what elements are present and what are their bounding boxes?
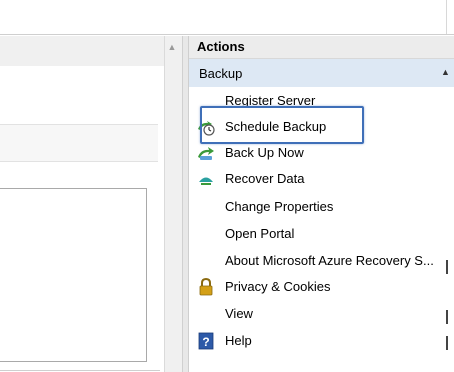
recover-data-icon — [197, 170, 215, 188]
window-top-area — [0, 0, 454, 34]
action-label: Privacy & Cookies — [225, 279, 331, 294]
action-label: View — [225, 306, 253, 321]
svg-text:?: ? — [202, 335, 209, 349]
actions-title: Actions — [197, 39, 245, 54]
help-icon: ? — [197, 332, 215, 350]
results-list-box — [0, 188, 147, 362]
backup-now-icon — [197, 144, 215, 162]
top-divider — [446, 0, 447, 34]
action-label: Back Up Now — [225, 145, 304, 160]
action-about[interactable]: About Microsoft Azure Recovery S... — [189, 248, 454, 275]
action-change-properties[interactable]: Change Properties — [189, 194, 454, 221]
action-view[interactable]: View — [189, 301, 454, 328]
action-open-portal[interactable]: Open Portal — [189, 221, 454, 248]
lock-icon — [197, 277, 215, 296]
action-label: Help — [225, 333, 252, 348]
backup-section-title: Backup — [199, 66, 243, 81]
collapse-arrow-icon[interactable]: ▲ — [441, 67, 450, 77]
submenu-arrow-icon — [446, 310, 448, 324]
action-label: Change Properties — [225, 199, 334, 214]
top-border — [0, 34, 454, 35]
results-pane: ▲ — [0, 36, 183, 372]
results-divider — [0, 370, 160, 371]
scroll-up-icon[interactable]: ▲ — [166, 40, 178, 54]
submenu-arrow-icon — [446, 336, 448, 350]
action-back-up-now[interactable]: Back Up Now — [189, 140, 454, 167]
vertical-scrollbar[interactable] — [164, 36, 183, 372]
action-label: About Microsoft Azure Recovery S... — [225, 253, 434, 268]
action-help[interactable]: ? Help — [189, 328, 454, 355]
actions-pane: Actions Backup ▲ Register Server Schedul… — [188, 36, 454, 372]
action-label: Recover Data — [225, 171, 305, 186]
action-privacy-cookies[interactable]: Privacy & Cookies — [189, 274, 454, 301]
highlight-annotation — [200, 106, 364, 144]
submenu-arrow-icon — [446, 260, 448, 274]
action-label: Open Portal — [225, 226, 295, 241]
action-recover-data[interactable]: Recover Data — [189, 166, 454, 193]
results-pane-header — [0, 36, 164, 67]
results-panel-header — [0, 124, 158, 162]
